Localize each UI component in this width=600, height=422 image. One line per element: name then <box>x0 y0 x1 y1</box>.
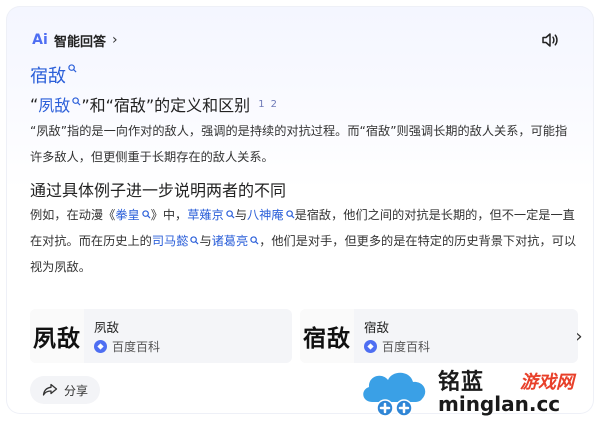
chevron-right-icon[interactable]: › <box>570 324 588 348</box>
card-source: 百度百科 <box>94 338 160 355</box>
example-text-1: 例如，在动漫《 <box>30 208 116 222</box>
ai-answer-header[interactable]: Ai 智能回答 › <box>30 30 118 50</box>
search-icon <box>142 210 151 219</box>
link-bashenan[interactable]: 八神庵 <box>247 208 284 222</box>
search-icon <box>72 96 81 106</box>
ai-answer-title: 智能回答 <box>54 34 107 50</box>
card-image: 宿敌 <box>300 309 354 363</box>
watermark-cn-red: 游戏网 <box>520 372 574 393</box>
card-source: 百度百科 <box>364 338 430 355</box>
ai-logo-icon: Ai <box>32 32 48 48</box>
chevron-right-icon: › <box>112 32 118 48</box>
search-icon <box>285 210 295 219</box>
reference-1[interactable]: 1 <box>258 99 264 110</box>
heading-suffix: ”和“宿敌”的定义和区别 <box>81 96 251 115</box>
heading-link-suudi[interactable]: 夙敌 <box>38 92 70 116</box>
share-label: 分享 <box>64 383 89 398</box>
heading-prefix: “ <box>30 94 39 114</box>
share-icon <box>42 383 58 396</box>
baike-icon <box>94 340 107 353</box>
section-heading-examples: 通过具体例子进一步说明两者的不同 <box>30 181 287 200</box>
reference-cards: 夙敌 夙敌 百度百科 宿敌 宿敌 百度百科 <box>30 309 578 363</box>
cloud-logo-icon <box>363 372 426 417</box>
section-heading-definition: “ 夙敌 ”和“宿敌”的定义和区别 1 2 <box>30 92 277 116</box>
link-simayi[interactable]: 司马懿 <box>152 234 189 248</box>
watermark-url: minglan.cc <box>438 392 561 416</box>
ai-answer-card: Ai 智能回答 › 宿敌 “ 夙敌 ”和“宿敌”的定义和区别 1 2 “夙敌”指… <box>6 6 594 414</box>
example-text-2: 》中， <box>150 208 188 222</box>
definition-paragraph: “夙敌”指的是一向作对的敌人，强调的是持续的对抗过程。而“宿敌”则强调长期的敌人… <box>30 124 568 164</box>
search-icon <box>250 236 259 245</box>
card-source-label: 百度百科 <box>112 340 161 354</box>
search-icon <box>68 64 77 73</box>
reference-2[interactable]: 2 <box>271 99 277 110</box>
example-text-5: 与 <box>199 234 212 248</box>
watermark-logo: 铭蓝 游戏网 minglan.cc <box>358 362 596 418</box>
link-quanhuang[interactable]: 拳皇 <box>115 208 139 222</box>
card-source-label: 百度百科 <box>382 340 431 354</box>
link-zhugeliang[interactable]: 诸葛亮 <box>212 234 249 248</box>
reference-card-sudi[interactable]: 宿敌 宿敌 百度百科 <box>300 309 578 363</box>
reference-card-suudi[interactable]: 夙敌 夙敌 百度百科 <box>30 309 292 363</box>
example-paragraph: 例如，在动漫《拳皇 》中，草薙京 与八神庵 是宿敌，他们之间的对抗是长期的，但不一定是… <box>30 202 578 280</box>
baike-icon <box>364 340 377 353</box>
search-icon <box>226 210 235 219</box>
link-caozhijing[interactable]: 草薙京 <box>187 208 224 222</box>
share-button[interactable]: 分享 <box>30 376 101 404</box>
card-title: 宿敌 <box>364 320 390 335</box>
card-title: 夙敌 <box>94 320 120 335</box>
card-image: 夙敌 <box>30 309 84 363</box>
example-text-3: 与 <box>234 208 247 222</box>
search-term-link[interactable]: 宿敌 <box>30 62 77 88</box>
search-term-text: 宿敌 <box>30 66 66 87</box>
speaker-icon[interactable] <box>540 30 560 50</box>
